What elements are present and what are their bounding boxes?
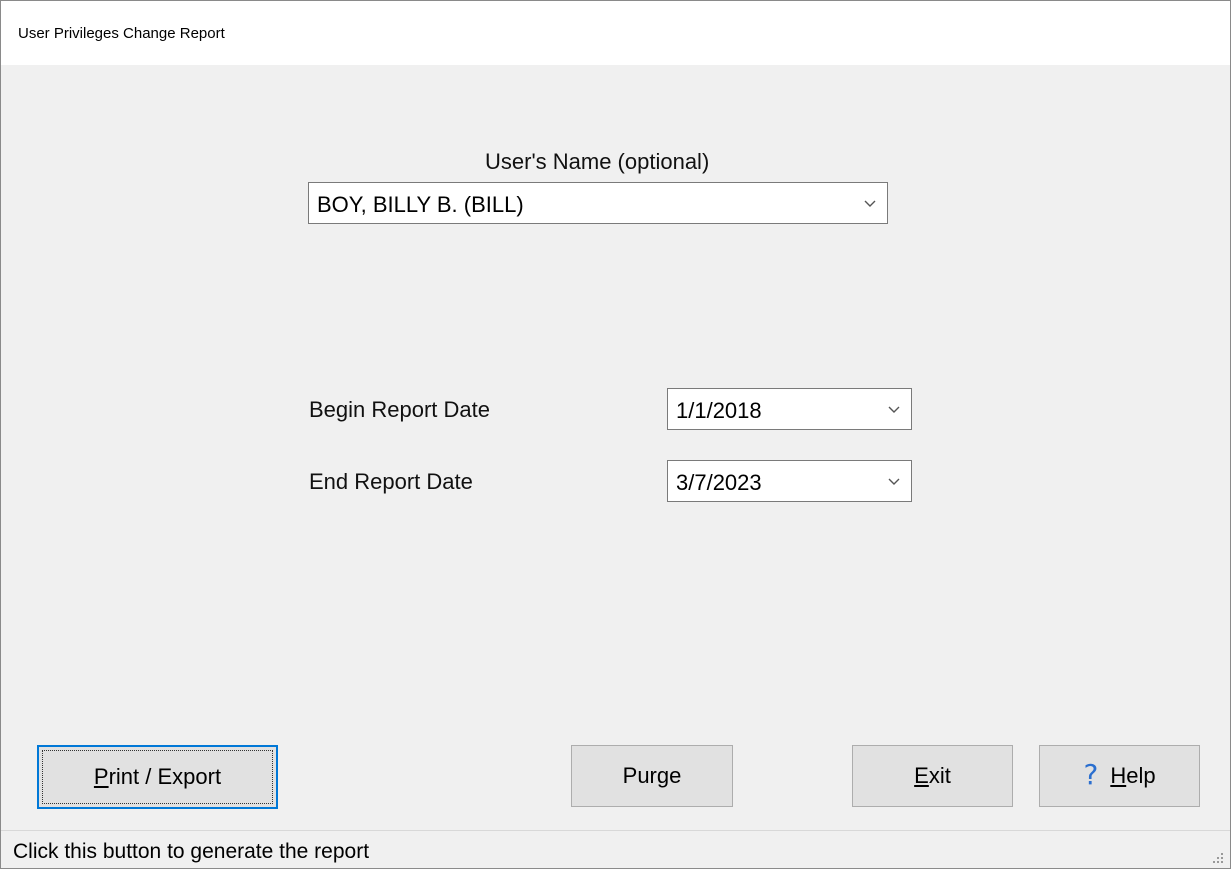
end-date-value: 3/7/2023 (676, 470, 762, 495)
chevron-down-icon[interactable] (862, 196, 878, 210)
users-name-combobox[interactable]: BOY, BILLY B. (BILL) (308, 182, 888, 224)
purge-label: Purge (622, 763, 682, 788)
chevron-down-icon[interactable] (886, 474, 902, 488)
end-date-label: End Report Date (309, 469, 473, 494)
print-export-mnemonic: P (93, 764, 109, 789)
title-bar: User Privileges Change Report (1, 1, 1230, 65)
help-mnemonic: H (1110, 763, 1127, 788)
purge-button[interactable]: Purge (571, 745, 733, 807)
resize-grip-icon[interactable] (1210, 850, 1224, 864)
window-title: User Privileges Change Report (18, 25, 225, 42)
users-name-label: User's Name (optional) (485, 149, 710, 174)
end-date-picker[interactable]: 3/7/2023 (667, 460, 912, 502)
print-export-button[interactable]: Print / Export (37, 745, 278, 809)
begin-date-value: 1/1/2018 (676, 398, 762, 423)
print-export-label: Print / Export (94, 764, 221, 790)
help-label-rest: elp (1126, 763, 1156, 788)
question-mark-icon: ? (1083, 757, 1099, 791)
begin-date-picker[interactable]: 1/1/2018 (667, 388, 912, 430)
status-text: Click this button to generate the report (13, 840, 370, 863)
exit-button[interactable]: Exit (852, 745, 1013, 807)
status-bar: Click this button to generate the report (1, 830, 1230, 868)
help-button[interactable]: ? Help (1039, 745, 1200, 807)
exit-label: Exit (914, 763, 951, 789)
report-window: User Privileges Change Report User's Nam… (0, 0, 1231, 869)
begin-date-label: Begin Report Date (309, 397, 490, 422)
help-label: Help (1110, 763, 1155, 789)
exit-label-rest: xit (928, 763, 951, 788)
exit-mnemonic: E (914, 763, 929, 788)
users-name-value: BOY, BILLY B. (BILL) (317, 192, 524, 217)
form-body: User's Name (optional) BOY, BILLY B. (BI… (1, 65, 1230, 830)
chevron-down-icon[interactable] (886, 402, 902, 416)
print-export-label-rest: rint / Export (108, 764, 222, 789)
